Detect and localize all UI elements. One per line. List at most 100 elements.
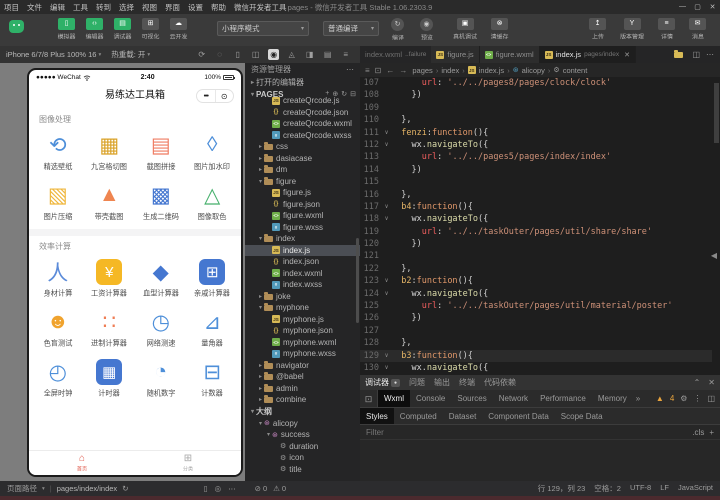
panel-collapse-arrow-icon[interactable]: ◀ [711, 251, 717, 260]
outline-item[interactable]: ▾⊛alicopy [245, 418, 360, 430]
toolbar-main-button[interactable]: ▤调试器 [110, 18, 135, 42]
tabs-overflow-icon[interactable]: » [636, 394, 640, 403]
panel-tab-问题[interactable]: 问题 [409, 377, 425, 388]
tree-file[interactable]: {}createQrcode.json [245, 107, 360, 119]
breadcrumb-item[interactable]: JSindex.js [468, 66, 504, 75]
toolbar-right-button[interactable]: ✉消息 [685, 18, 710, 42]
mode-dropdown[interactable]: 小程序模式▾ [217, 21, 309, 36]
panel-tab-调试器[interactable]: 调试器● [365, 377, 400, 388]
compile-mode-dropdown[interactable]: 普通编译▾ [323, 21, 379, 36]
inspect-element-icon[interactable]: ⊡ [360, 390, 378, 407]
toolbar-round-button[interactable]: ↻编译 [385, 18, 410, 43]
tree-file[interactable]: {}myphone.json [245, 325, 360, 337]
warning-count[interactable]: 4 [670, 394, 674, 403]
editor-tab[interactable]: index.wxml..failure [360, 46, 431, 63]
menubar-item[interactable]: 设置 [184, 2, 207, 13]
tree-file[interactable]: #createQrcode.wxss [245, 130, 360, 142]
menubar-item[interactable]: 帮助 [207, 2, 230, 13]
outline-item[interactable]: ▾⊛success [245, 429, 360, 441]
breadcrumb-item[interactable]: pages [412, 66, 432, 75]
tree-folder[interactable]: ▸@babel [245, 371, 360, 383]
panel-tab-输出[interactable]: 输出 [434, 377, 450, 388]
tree-folder[interactable]: ▸combine [245, 394, 360, 406]
toolbar-main-button[interactable]: ⊞可视化 [138, 18, 163, 42]
new-class-button[interactable]: .cls [692, 428, 704, 437]
toolbar-square-button[interactable]: ⊗清缓存 [487, 18, 512, 42]
menubar-item[interactable]: 项目 [0, 2, 23, 13]
tool-item-进制计算器[interactable]: ∷进制计算器 [84, 303, 136, 353]
close-button[interactable]: ✕ [705, 3, 720, 11]
styles-filter-input[interactable]: Filter [366, 428, 384, 437]
zoom-icon[interactable]: ◬ [286, 49, 297, 60]
toolbar-right-button[interactable]: ≡详情 [654, 18, 679, 42]
list-icon[interactable]: ≡ [340, 49, 351, 60]
minimize-button[interactable]: — [675, 3, 690, 11]
phone-tab-首页[interactable]: ⌂首页 [29, 451, 135, 475]
errors-count[interactable]: 0 [263, 484, 267, 493]
editor-tab[interactable]: <>figure.wxml [480, 46, 540, 63]
tree-file[interactable]: <>figure.wxml [245, 210, 360, 222]
device-icon[interactable]: ▯ [232, 49, 243, 60]
tree-file[interactable]: {}index.json [245, 256, 360, 268]
tool-item-计时器[interactable]: ▦计时器 [84, 353, 136, 403]
tool-item-精选壁纸[interactable]: ⟲精选壁纸 [32, 126, 84, 176]
tool-item-九宫格切图[interactable]: ▦九宫格切图 [84, 126, 136, 176]
editor-tab[interactable]: JSindex.jspages/index✕ [540, 46, 636, 63]
rotate-icon[interactable]: ⟳ [196, 49, 207, 60]
tool-item-全屏时钟[interactable]: ◴全屏时钟 [32, 353, 84, 403]
split-screen-icon[interactable]: ◫ [250, 49, 261, 60]
devtools-tab-Performance[interactable]: Performance [534, 390, 592, 407]
menubar-item[interactable]: 界面 [161, 2, 184, 13]
bookmark-icon[interactable]: ⊡ [375, 66, 382, 75]
back-icon[interactable]: ← [386, 66, 394, 75]
tree-folder[interactable]: ▾index [245, 233, 360, 245]
eol-label[interactable]: LF [660, 483, 669, 494]
tree-file[interactable]: #index.wxss [245, 279, 360, 291]
fold-icon[interactable]: ∨ [382, 362, 391, 374]
fold-icon[interactable]: ∨ [382, 288, 391, 300]
breadcrumb-item[interactable]: ⚙content [553, 66, 587, 75]
collapse-all-icon[interactable]: ⊟ [350, 90, 356, 98]
tool-item-图像取色[interactable]: △图像取色 [187, 176, 239, 226]
style-tab-dataset[interactable]: Dataset [443, 408, 483, 424]
fold-icon[interactable]: ∨ [382, 127, 391, 139]
forward-icon[interactable]: → [399, 66, 407, 75]
fold-icon[interactable]: ∨ [382, 201, 391, 213]
tree-file[interactable]: #figure.wxss [245, 222, 360, 234]
tree-file[interactable]: <>createQrcode.wxml [245, 118, 360, 130]
toolbar-main-button[interactable]: ‹›编辑器 [82, 18, 107, 42]
menubar-item[interactable]: 工具 [69, 2, 92, 13]
menubar-item[interactable]: 文件 [23, 2, 46, 13]
kebab-menu-icon[interactable]: ⋮ [693, 394, 701, 403]
refresh-icon[interactable]: ↻ [341, 90, 347, 98]
explorer-scrollbar[interactable] [356, 238, 359, 323]
outline-section-header[interactable]: ▾ 大纲 [245, 406, 360, 418]
indentation-label[interactable]: 空格：2 [594, 483, 621, 494]
explorer-more-icon[interactable]: ⋯ [346, 65, 354, 74]
tool-item-带壳截图[interactable]: ▲带壳截图 [84, 176, 136, 226]
menubar-item[interactable]: 选择 [115, 2, 138, 13]
devtools-tab-Sources[interactable]: Sources [451, 390, 492, 407]
tool-item-计数器[interactable]: ⊟计数器 [187, 353, 239, 403]
devtools-tab-Network[interactable]: Network [493, 390, 534, 407]
tool-item-工资计算器[interactable]: ¥工资计算器 [84, 253, 136, 303]
tree-folder[interactable]: ▸dasiacase [245, 153, 360, 165]
tool-item-身材计算[interactable]: 人身材计算 [32, 253, 84, 303]
tool-item-生成二维码[interactable]: ▩生成二维码 [135, 176, 187, 226]
menu-icon[interactable]: ≡ [365, 66, 370, 75]
tree-folder[interactable]: ▸navigator [245, 360, 360, 372]
eye-icon[interactable]: ◎ [215, 484, 222, 493]
tree-file[interactable]: JSmyphone.js [245, 314, 360, 326]
tree-file[interactable]: {}figure.json [245, 199, 360, 211]
devtools-tab-Console[interactable]: Console [410, 390, 451, 407]
fold-icon[interactable]: ∨ [382, 350, 391, 362]
tool-item-网络测速[interactable]: ◷网络测速 [135, 303, 187, 353]
device-icon[interactable]: ▯ [203, 484, 207, 493]
hot-reload-toggle[interactable]: 热重载: 开 ▾ [111, 49, 150, 60]
toolbar-main-button[interactable]: ☁云开发 [166, 18, 191, 42]
close-icon[interactable]: ✕ [624, 51, 630, 59]
exit-button[interactable]: ⊙ [216, 90, 234, 102]
refresh-icon[interactable]: ↻ [122, 484, 128, 493]
tool-item-截图拼接[interactable]: ▤截图拼接 [135, 126, 187, 176]
toolbar-main-button[interactable]: ▯模拟器 [54, 18, 79, 42]
